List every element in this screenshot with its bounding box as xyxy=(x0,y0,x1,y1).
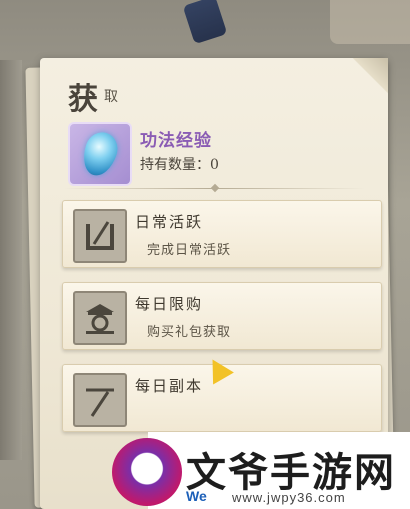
item-icon-frame xyxy=(68,122,132,186)
source-title: 每日限购 xyxy=(135,295,204,313)
watermark-logo-icon xyxy=(112,438,182,506)
panel-title-sub: 取 xyxy=(104,89,118,105)
background-top-right-panel xyxy=(330,0,410,44)
source-desc: 购买礼包获取 xyxy=(147,325,232,340)
source-title: 每日副本 xyxy=(135,377,204,395)
source-daily-limited[interactable]: 每日限购 购买礼包获取 xyxy=(62,282,382,350)
background-item-icon xyxy=(182,0,228,45)
item-name: 功法经验 xyxy=(140,131,212,151)
source-title: 日常活跃 xyxy=(135,213,204,231)
watermark-url: www.jwpy36.com xyxy=(232,490,346,505)
blue-gem-icon xyxy=(77,128,123,180)
source-daily-active[interactable]: 日常活跃 完成日常活跃 xyxy=(62,200,382,268)
shop-icon xyxy=(73,291,127,345)
page-curl-decoration xyxy=(352,58,388,94)
panel-title-main: 获 xyxy=(68,82,98,117)
item-count: 持有数量：0 xyxy=(140,157,219,173)
watermark-prefix: We xyxy=(186,488,207,504)
sword-icon xyxy=(73,373,127,427)
brush-icon xyxy=(73,209,127,263)
source-desc: 完成日常活跃 xyxy=(147,243,232,258)
background-left-strip xyxy=(0,60,22,460)
divider-ornament xyxy=(210,183,220,193)
